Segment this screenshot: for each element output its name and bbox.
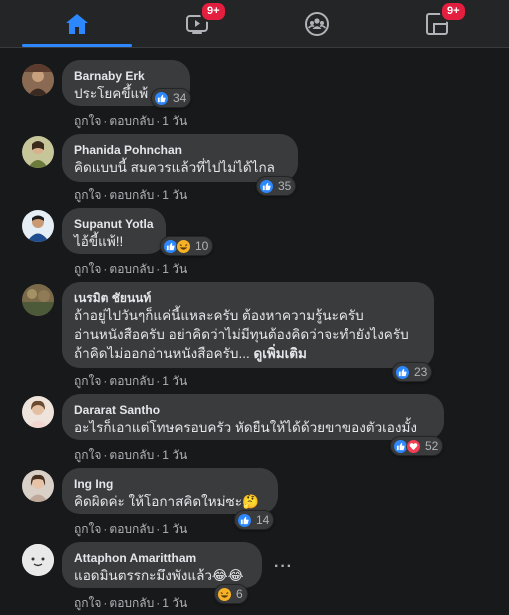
comment-bubble: Supanut Yotla ไอ้ขี้แพ้!! <box>62 208 166 254</box>
timestamp[interactable]: 1 วัน <box>162 448 187 462</box>
comment-bubble: Phanida Pohnchan คิดแบบนี้ สมควรแล้วที่ไ… <box>62 134 298 182</box>
comment-author[interactable]: Dararat Santho <box>74 402 432 418</box>
comment-text-line-truncated: ถ้าคิดไม่ออกอ่านหนังสือครับ... <box>74 346 250 361</box>
comment-bubble: เนรมิต ชัยนนท์ ถ้าอยู่ไปวันๆก็แค่นี้แหละ… <box>62 282 434 368</box>
active-tab-indicator <box>22 44 132 47</box>
tab-groups[interactable] <box>262 0 372 48</box>
timestamp[interactable]: 1 วัน <box>162 522 187 536</box>
like-link[interactable]: ถูกใจ <box>74 114 101 128</box>
haha-reaction-icon <box>217 586 232 602</box>
like-link[interactable]: ถูกใจ <box>74 522 101 536</box>
comment-text: ไอ้ขี้แพ้!! <box>74 234 124 249</box>
timestamp[interactable]: 1 วัน <box>162 374 187 388</box>
comment-author[interactable]: Attaphon Amarittham <box>74 550 250 566</box>
like-link[interactable]: ถูกใจ <box>74 188 101 202</box>
reaction-count: 34 <box>173 91 187 105</box>
comment-author[interactable]: Supanut Yotla <box>74 216 154 232</box>
comment-actions: ถูกใจ · ตอบกลับ · 1 วัน <box>74 188 188 202</box>
reaction-summary[interactable]: 6 <box>214 584 248 604</box>
comment-actions: ถูกใจ · ตอบกลับ · 1 วัน <box>74 596 188 610</box>
reaction-count: 35 <box>278 179 292 193</box>
like-link[interactable]: ถูกใจ <box>74 262 101 276</box>
avatar[interactable] <box>22 284 54 316</box>
comment-actions: ถูกใจ · ตอบกลับ · 1 วัน <box>74 114 188 128</box>
avatar[interactable] <box>22 396 54 428</box>
avatar[interactable] <box>22 544 54 576</box>
reply-link[interactable]: ตอบกลับ <box>109 596 154 610</box>
avatar[interactable] <box>22 64 54 96</box>
timestamp[interactable]: 1 วัน <box>162 114 187 128</box>
comment-author[interactable]: เนรมิต ชัยนนท์ <box>74 290 422 306</box>
reply-link[interactable]: ตอบกลับ <box>109 522 154 536</box>
comment-author[interactable]: Ing Ing <box>74 476 266 492</box>
reaction-count: 10 <box>195 239 209 253</box>
reply-link[interactable]: ตอบกลับ <box>109 188 154 202</box>
comment-bubble: Attaphon Amarittham แอดมินตรรกะมึงพังแล้… <box>62 542 262 588</box>
comment-actions: ถูกใจ · ตอบกลับ · 1 วัน <box>74 522 188 536</box>
comment-text-line: ถ้าคิดไม่ออกอ่านหนังสือครับ... ดูเพิ่มเต… <box>74 344 422 363</box>
avatar[interactable] <box>22 210 54 242</box>
gaming-badge: 9+ <box>440 1 467 22</box>
reaction-summary[interactable]: 23 <box>392 362 433 382</box>
haha-reaction-icon <box>176 238 191 254</box>
home-icon <box>66 14 88 34</box>
comment-actions: ถูกใจ · ตอบกลับ · 1 วัน <box>74 448 188 462</box>
reaction-summary[interactable]: 10 <box>160 236 214 256</box>
reaction-summary[interactable]: 35 <box>256 176 297 196</box>
comment-text: คิดแบบนี้ สมควรแล้วที่ไปไม่ได้ไกล <box>74 160 275 175</box>
tab-watch[interactable] <box>142 0 252 48</box>
timestamp[interactable]: 1 วัน <box>162 188 187 202</box>
watch-badge: 9+ <box>200 1 227 22</box>
avatar[interactable] <box>22 470 54 502</box>
tab-gaming[interactable] <box>382 0 492 48</box>
love-reaction-icon <box>406 438 421 454</box>
like-link[interactable]: ถูกใจ <box>74 448 101 462</box>
reaction-count: 6 <box>236 587 243 601</box>
comment-text: แอดมินตรรกะมึงพังแล้ว😂😂 <box>74 568 244 583</box>
comment-text: คิดผิดค่ะ ให้โอกาสคิดใหม่ซะ🤔 <box>74 494 259 509</box>
comment-bubble: Ing Ing คิดผิดค่ะ ให้โอกาสคิดใหม่ซะ🤔 <box>62 468 278 514</box>
comment-actions: ถูกใจ · ตอบกลับ · 1 วัน <box>74 374 188 388</box>
more-options-icon[interactable]: ··· <box>274 558 293 576</box>
comment-actions: ถูกใจ · ตอบกลับ · 1 วัน <box>74 262 188 276</box>
top-navigation: 9+ 9+ <box>0 0 509 48</box>
see-more-link[interactable]: ดูเพิ่มเติม <box>253 346 306 361</box>
reaction-count: 14 <box>256 513 270 527</box>
comment-text: อะไรก็เอาแต่โทษครอบครัว หัดยืนให้ได้ด้วย… <box>74 420 417 435</box>
like-reaction-icon <box>259 178 274 194</box>
reaction-summary[interactable]: 34 <box>151 88 192 108</box>
reply-link[interactable]: ตอบกลับ <box>109 374 154 388</box>
comment-text-line: อ่านหนังสือครับ อย่าคิดว่าไม่มีทุนต้องคิ… <box>74 327 409 342</box>
tab-home[interactable] <box>22 0 132 48</box>
like-link[interactable]: ถูกใจ <box>74 596 101 610</box>
like-reaction-icon <box>395 364 410 380</box>
avatar[interactable] <box>22 136 54 168</box>
reply-link[interactable]: ตอบกลับ <box>109 262 154 276</box>
reply-link[interactable]: ตอบกลับ <box>109 114 154 128</box>
like-reaction-icon <box>237 512 252 528</box>
reaction-count: 23 <box>414 365 428 379</box>
reply-link[interactable]: ตอบกลับ <box>109 448 154 462</box>
reaction-count: 52 <box>425 439 439 453</box>
comment-bubble: Dararat Santho อะไรก็เอาแต่โทษครอบครัว ห… <box>62 394 444 440</box>
comment-author[interactable]: Phanida Pohnchan <box>74 142 286 158</box>
reaction-summary[interactable]: 14 <box>234 510 275 530</box>
groups-icon <box>305 12 329 36</box>
comment-text-line: ถ้าอยู่ไปวันๆก็แค่นี้แหละครับ ต้องหาความ… <box>74 308 364 323</box>
reaction-summary[interactable]: 52 <box>390 436 444 456</box>
like-reaction-icon <box>154 90 169 106</box>
timestamp[interactable]: 1 วัน <box>162 262 187 276</box>
timestamp[interactable]: 1 วัน <box>162 596 187 610</box>
like-link[interactable]: ถูกใจ <box>74 374 101 388</box>
comment-author[interactable]: Barnaby Erk <box>74 68 178 84</box>
